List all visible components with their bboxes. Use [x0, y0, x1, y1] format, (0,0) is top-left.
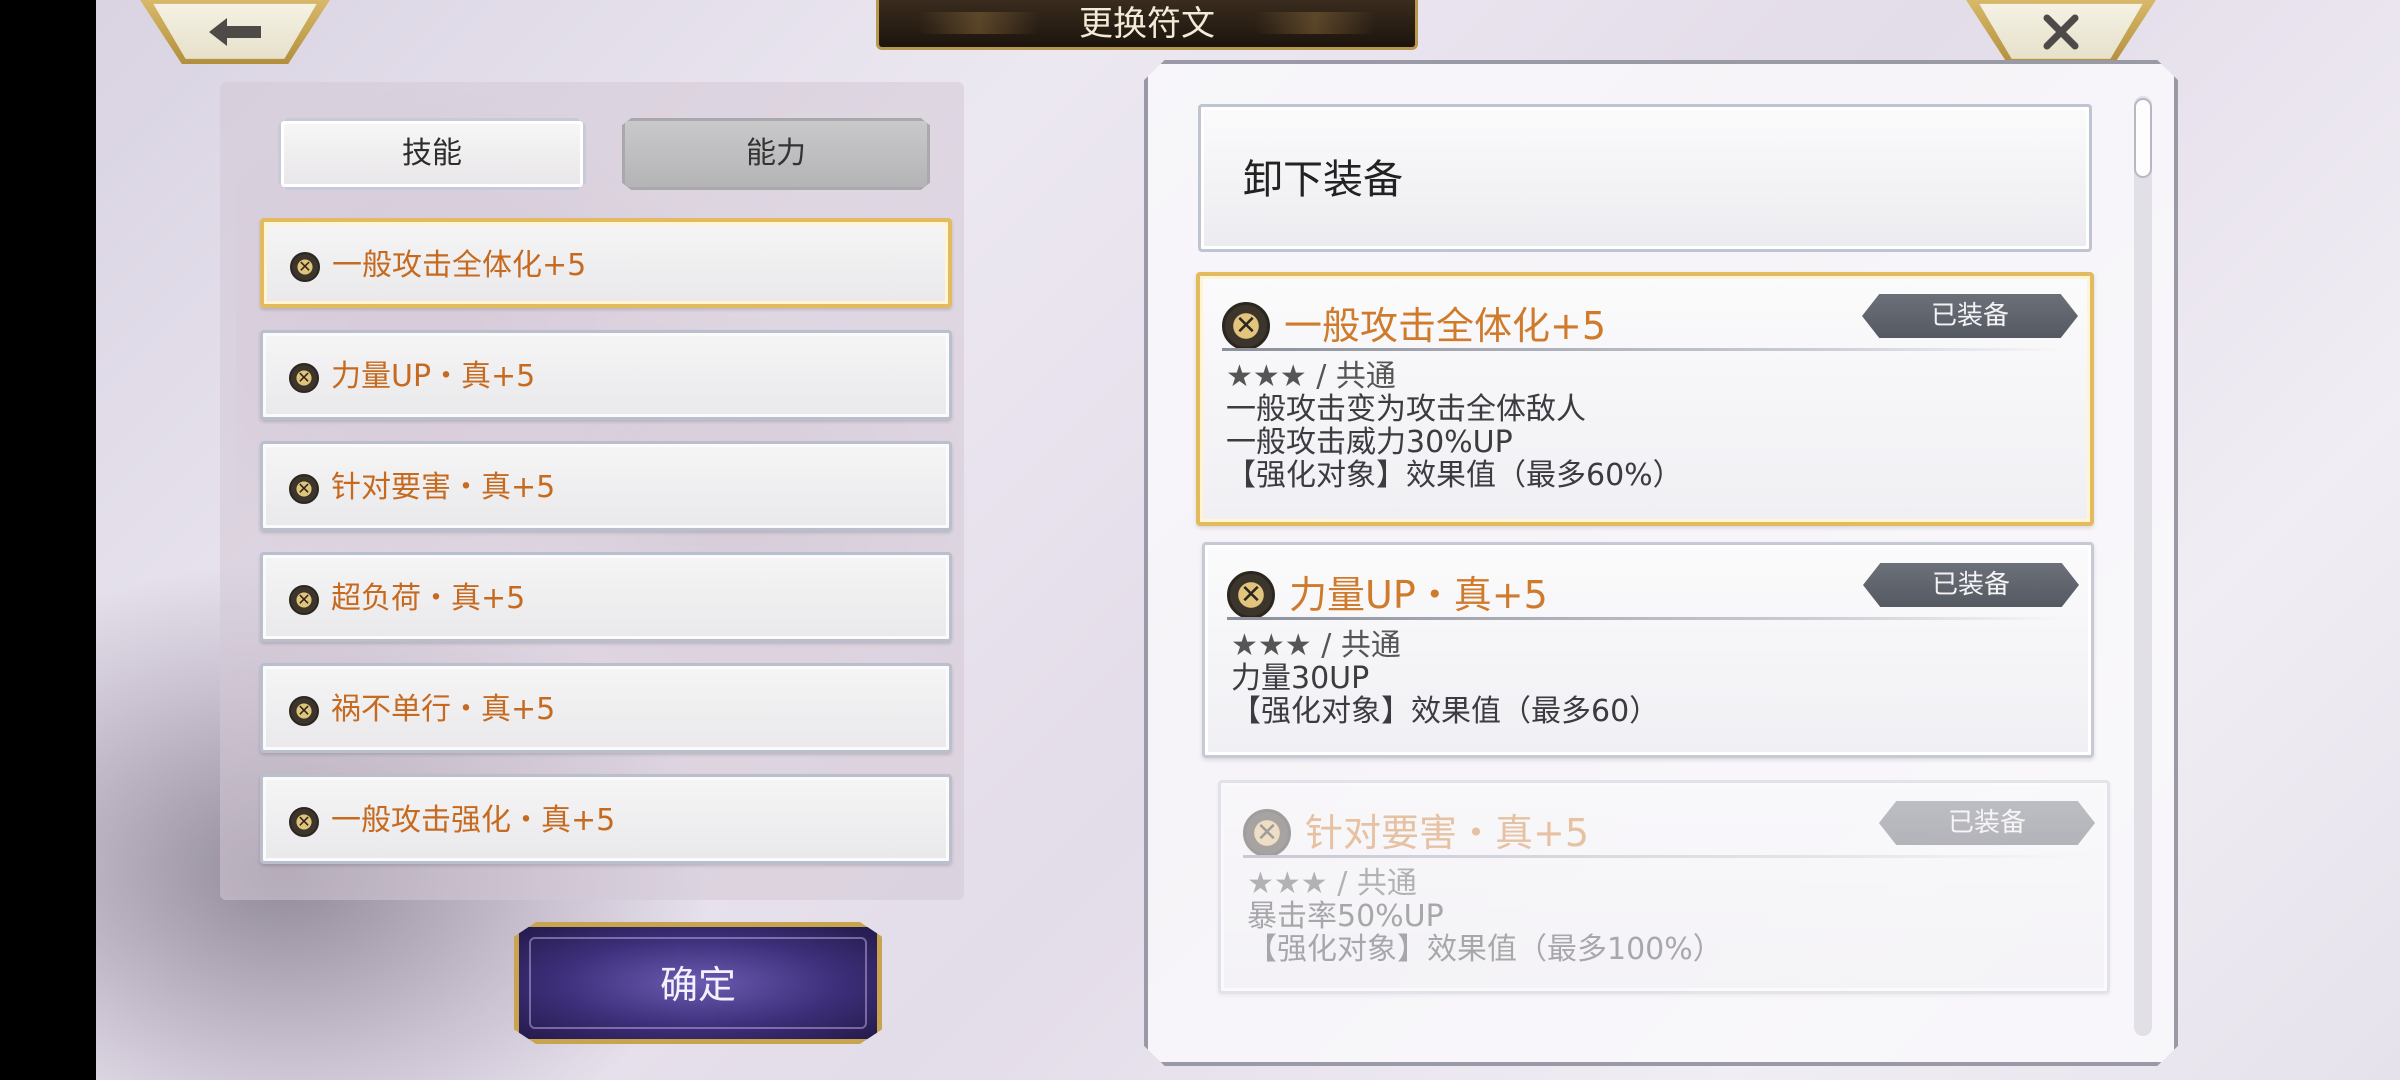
rune-detail-name: 力量UP・真+5 — [1289, 573, 1548, 617]
rune-name: 针对要害・真+5 — [331, 470, 556, 505]
divider — [1222, 348, 2060, 351]
effect-line: 【强化对象】效果值（最多60%） — [1226, 458, 1683, 493]
effect-line: 【强化对象】效果值（最多60） — [1231, 694, 1660, 729]
rune-detail-card[interactable]: 针对要害・真+5 已装备 ★★★ / 共通 暴击率50%UP 【强化对象】效果值… — [1218, 780, 2110, 994]
rune-detail-card[interactable]: 一般攻击全体化+5 已装备 ★★★ / 共通 一般攻击变为攻击全体敌人 一般攻击… — [1196, 272, 2094, 526]
effect-line: 一般攻击威力30%UP — [1226, 425, 1513, 460]
rune-description: ★★★ / 共通 一般攻击变为攻击全体敌人 一般攻击威力30%UP 【强化对象】… — [1226, 360, 1683, 492]
close-icon — [1966, 2, 2156, 65]
unequip-label: 卸下装备 — [1243, 157, 1403, 203]
rune-detail-name: 针对要害・真+5 — [1305, 811, 1590, 855]
rune-emblem-icon — [289, 363, 319, 393]
rarity-text: ★★★ / 共通 — [1231, 628, 1401, 663]
rune-list-item[interactable]: 一般攻击全体化+5 — [260, 218, 952, 308]
effect-line: 一般攻击变为攻击全体敌人 — [1226, 392, 1586, 427]
rune-list-item[interactable]: 力量UP・真+5 — [260, 330, 952, 420]
page-title: 更换符文 — [1079, 4, 1215, 44]
rune-description: ★★★ / 共通 暴击率50%UP 【强化对象】效果值（最多100%） — [1247, 867, 1723, 966]
rune-name: 力量UP・真+5 — [331, 359, 536, 394]
equipped-badge: 已装备 — [1863, 563, 2079, 607]
rune-emblem-icon — [290, 252, 320, 282]
rune-list-item[interactable]: 一般攻击强化・真+5 — [260, 774, 952, 864]
equipped-badge: 已装备 — [1862, 294, 2078, 338]
back-arrow-icon — [140, 2, 330, 65]
rune-name: 祸不单行・真+5 — [331, 692, 556, 727]
rune-emblem-icon — [1243, 809, 1291, 857]
rune-description: ★★★ / 共通 力量30UP 【强化对象】效果值（最多60） — [1231, 629, 1659, 728]
effect-line: 【强化对象】效果值（最多100%） — [1247, 932, 1723, 967]
rune-name: 超负荷・真+5 — [331, 581, 526, 616]
rune-list-item[interactable]: 超负荷・真+5 — [260, 552, 952, 642]
rune-emblem-icon — [289, 474, 319, 504]
effect-line: 暴击率50%UP — [1247, 899, 1444, 934]
scrollbar-thumb[interactable] — [2134, 98, 2152, 178]
rune-emblem-icon — [289, 585, 319, 615]
back-button[interactable] — [140, 0, 330, 64]
confirm-button-label: 确定 — [659, 963, 736, 1007]
close-button[interactable] — [1966, 0, 2156, 64]
rune-emblem-icon — [289, 696, 319, 726]
rune-list-item[interactable]: 祸不单行・真+5 — [260, 663, 952, 753]
equipped-badge: 已装备 — [1879, 801, 2095, 845]
rune-name: 一般攻击强化・真+5 — [331, 803, 616, 838]
unequip-button[interactable]: 卸下装备 — [1198, 104, 2092, 252]
divider — [1243, 855, 2077, 858]
rune-name: 一般攻击全体化+5 — [332, 248, 587, 283]
rune-detail-card[interactable]: 力量UP・真+5 已装备 ★★★ / 共通 力量30UP 【强化对象】效果值（最… — [1202, 542, 2094, 758]
effect-line: 力量30UP — [1231, 661, 1370, 696]
tab-ability[interactable]: 能力 — [622, 118, 930, 190]
title-plate: 更换符文 — [876, 0, 1418, 50]
confirm-button[interactable]: 确定 — [514, 922, 882, 1044]
rune-emblem-icon — [289, 807, 319, 837]
rarity-text: ★★★ / 共通 — [1226, 359, 1396, 394]
rarity-text: ★★★ / 共通 — [1247, 866, 1417, 901]
rune-emblem-icon — [1222, 302, 1270, 350]
tab-skill[interactable]: 技能 — [278, 118, 586, 190]
scrollbar-track[interactable] — [2134, 96, 2152, 1036]
rune-emblem-icon — [1227, 571, 1275, 619]
divider — [1227, 617, 2061, 620]
rune-list-item[interactable]: 针对要害・真+5 — [260, 441, 952, 531]
rune-detail-name: 一般攻击全体化+5 — [1284, 304, 1607, 348]
